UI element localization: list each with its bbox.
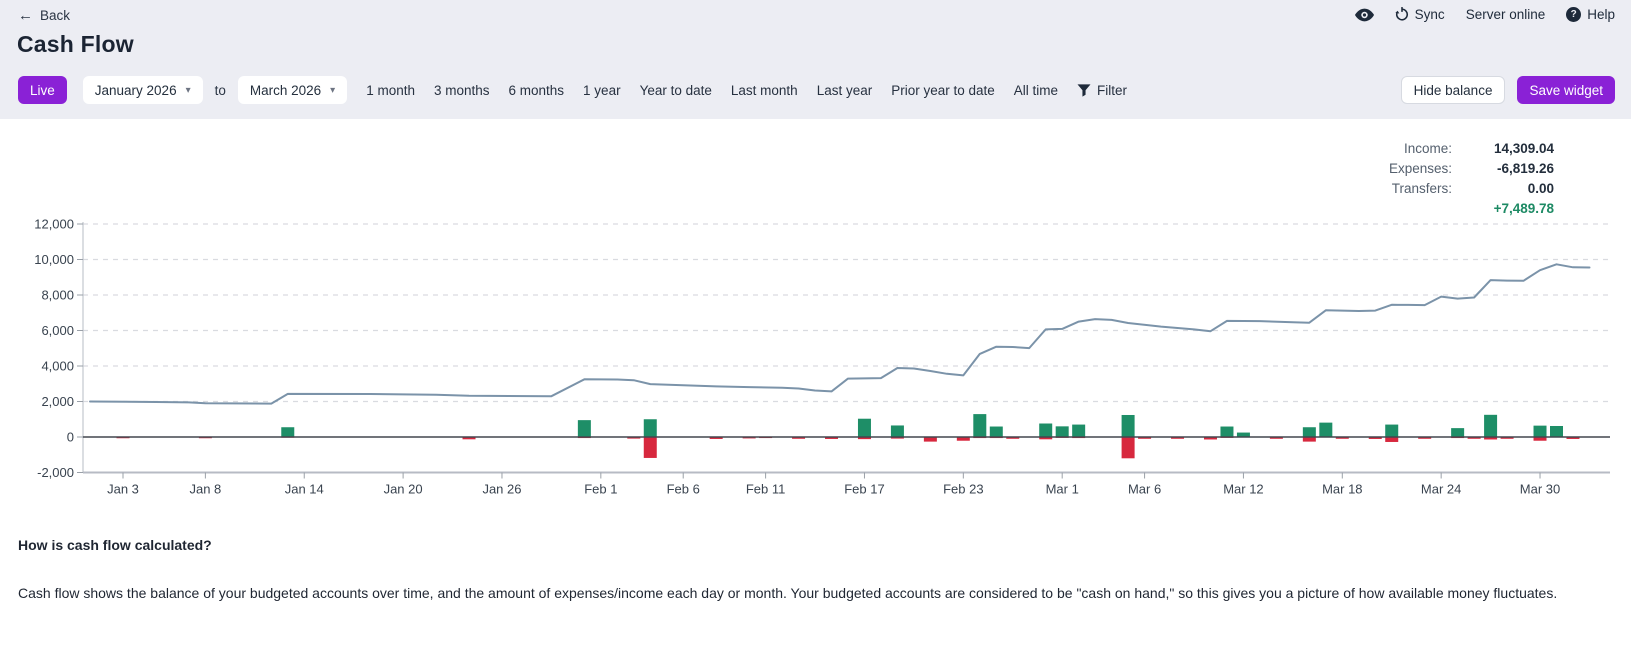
summary-value: -6,819.26 [1452, 161, 1554, 176]
svg-text:4,000: 4,000 [41, 359, 74, 374]
svg-text:0: 0 [67, 430, 74, 445]
cashflow-chart: -2,000 0 2,000 4,000 6,000 8,000 10,000 12,000 J… [0, 210, 1631, 510]
svg-text:Feb 23: Feb 23 [943, 482, 983, 497]
svg-text:Mar 24: Mar 24 [1421, 482, 1461, 497]
range-link-all-time[interactable]: All time [1014, 83, 1058, 98]
eye-icon [1355, 8, 1374, 22]
sync-label: Sync [1415, 7, 1445, 22]
summary-label: Expenses: [1389, 161, 1452, 176]
range-link-3-months[interactable]: 3 months [434, 83, 490, 98]
svg-text:10,000: 10,000 [34, 252, 74, 267]
help-button[interactable]: ? Help [1566, 7, 1615, 22]
summary-value: 0.00 [1452, 181, 1554, 196]
from-month-value: January 2026 [95, 83, 177, 98]
help-label: Help [1587, 7, 1615, 22]
svg-text:2,000: 2,000 [41, 394, 74, 409]
sync-icon [1395, 7, 1409, 22]
svg-text:Mar 1: Mar 1 [1046, 482, 1079, 497]
back-arrow-icon: ← [18, 8, 33, 23]
svg-text:8,000: 8,000 [41, 288, 74, 303]
svg-text:Jan 20: Jan 20 [384, 482, 423, 497]
save-widget-button[interactable]: Save widget [1517, 76, 1615, 104]
toolbar: Live January 2026 ▾ to March 2026 ▾ 1 mo… [18, 76, 1615, 104]
range-link-year-to-date[interactable]: Year to date [640, 83, 712, 98]
svg-text:-2,000: -2,000 [37, 465, 74, 480]
footer-heading: How is cash flow calculated? [18, 537, 212, 553]
svg-text:Mar 12: Mar 12 [1223, 482, 1263, 497]
cash-flow-page: ← Back Sync Server online [0, 0, 1631, 652]
svg-text:Jan 8: Jan 8 [189, 482, 221, 497]
live-button[interactable]: Live [18, 76, 67, 104]
to-month-value: March 2026 [250, 83, 321, 98]
range-link-6-months[interactable]: 6 months [509, 83, 565, 98]
server-status: Server online [1466, 7, 1546, 22]
range-link-prior-year-to-date[interactable]: Prior year to date [891, 83, 995, 98]
range-link-1-year[interactable]: 1 year [583, 83, 621, 98]
chevron-down-icon: ▾ [330, 85, 335, 96]
summary-row: Income:14,309.04 [1389, 141, 1554, 161]
svg-text:12,000: 12,000 [34, 217, 74, 232]
summary-label: Income: [1404, 141, 1452, 156]
svg-text:Jan 14: Jan 14 [285, 482, 324, 497]
back-link[interactable]: ← Back [18, 8, 70, 23]
svg-text:Mar 18: Mar 18 [1322, 482, 1362, 497]
svg-text:Feb 17: Feb 17 [844, 482, 884, 497]
range-links: 1 month 3 months 6 months 1 year Year to dat… [366, 83, 1058, 98]
summary-row: Transfers:0.00 [1389, 181, 1554, 201]
svg-text:Feb 11: Feb 11 [746, 482, 786, 497]
range-link-last-month[interactable]: Last month [731, 83, 798, 98]
filter-button[interactable]: Filter [1077, 83, 1127, 98]
sync-button[interactable]: Sync [1395, 7, 1445, 22]
help-icon: ? [1566, 7, 1581, 22]
summary-row: Expenses:-6,819.26 [1389, 161, 1554, 181]
back-label: Back [40, 8, 70, 23]
svg-text:Mar 30: Mar 30 [1520, 482, 1560, 497]
balance-summary: Income:14,309.04Expenses:-6,819.26Transf… [1389, 141, 1554, 221]
summary-label: Transfers: [1392, 181, 1452, 196]
header-band: ← Back Sync Server online [0, 0, 1631, 119]
chevron-down-icon: ▾ [186, 85, 191, 96]
range-link-1-month[interactable]: 1 month [366, 83, 415, 98]
eye-toggle[interactable] [1355, 8, 1374, 22]
svg-text:Feb 6: Feb 6 [667, 482, 700, 497]
to-label: to [215, 83, 226, 98]
hide-balance-button[interactable]: Hide balance [1401, 76, 1506, 104]
svg-text:Jan 3: Jan 3 [107, 482, 139, 497]
svg-text:Mar 6: Mar 6 [1128, 482, 1161, 497]
filter-icon [1077, 84, 1091, 97]
filter-label: Filter [1097, 83, 1127, 98]
header-actions: Sync Server online ? Help [1355, 7, 1615, 22]
range-link-last-year[interactable]: Last year [817, 83, 873, 98]
svg-text:Feb 1: Feb 1 [584, 482, 617, 497]
svg-text:6,000: 6,000 [41, 323, 74, 338]
footer-paragraph: Cash flow shows the balance of your budg… [18, 584, 1593, 604]
svg-text:Jan 26: Jan 26 [482, 482, 521, 497]
page-title: Cash Flow [17, 31, 134, 58]
to-month-dropdown[interactable]: March 2026 ▾ [238, 76, 347, 104]
from-month-dropdown[interactable]: January 2026 ▾ [83, 76, 203, 104]
summary-value: 14,309.04 [1452, 141, 1554, 156]
